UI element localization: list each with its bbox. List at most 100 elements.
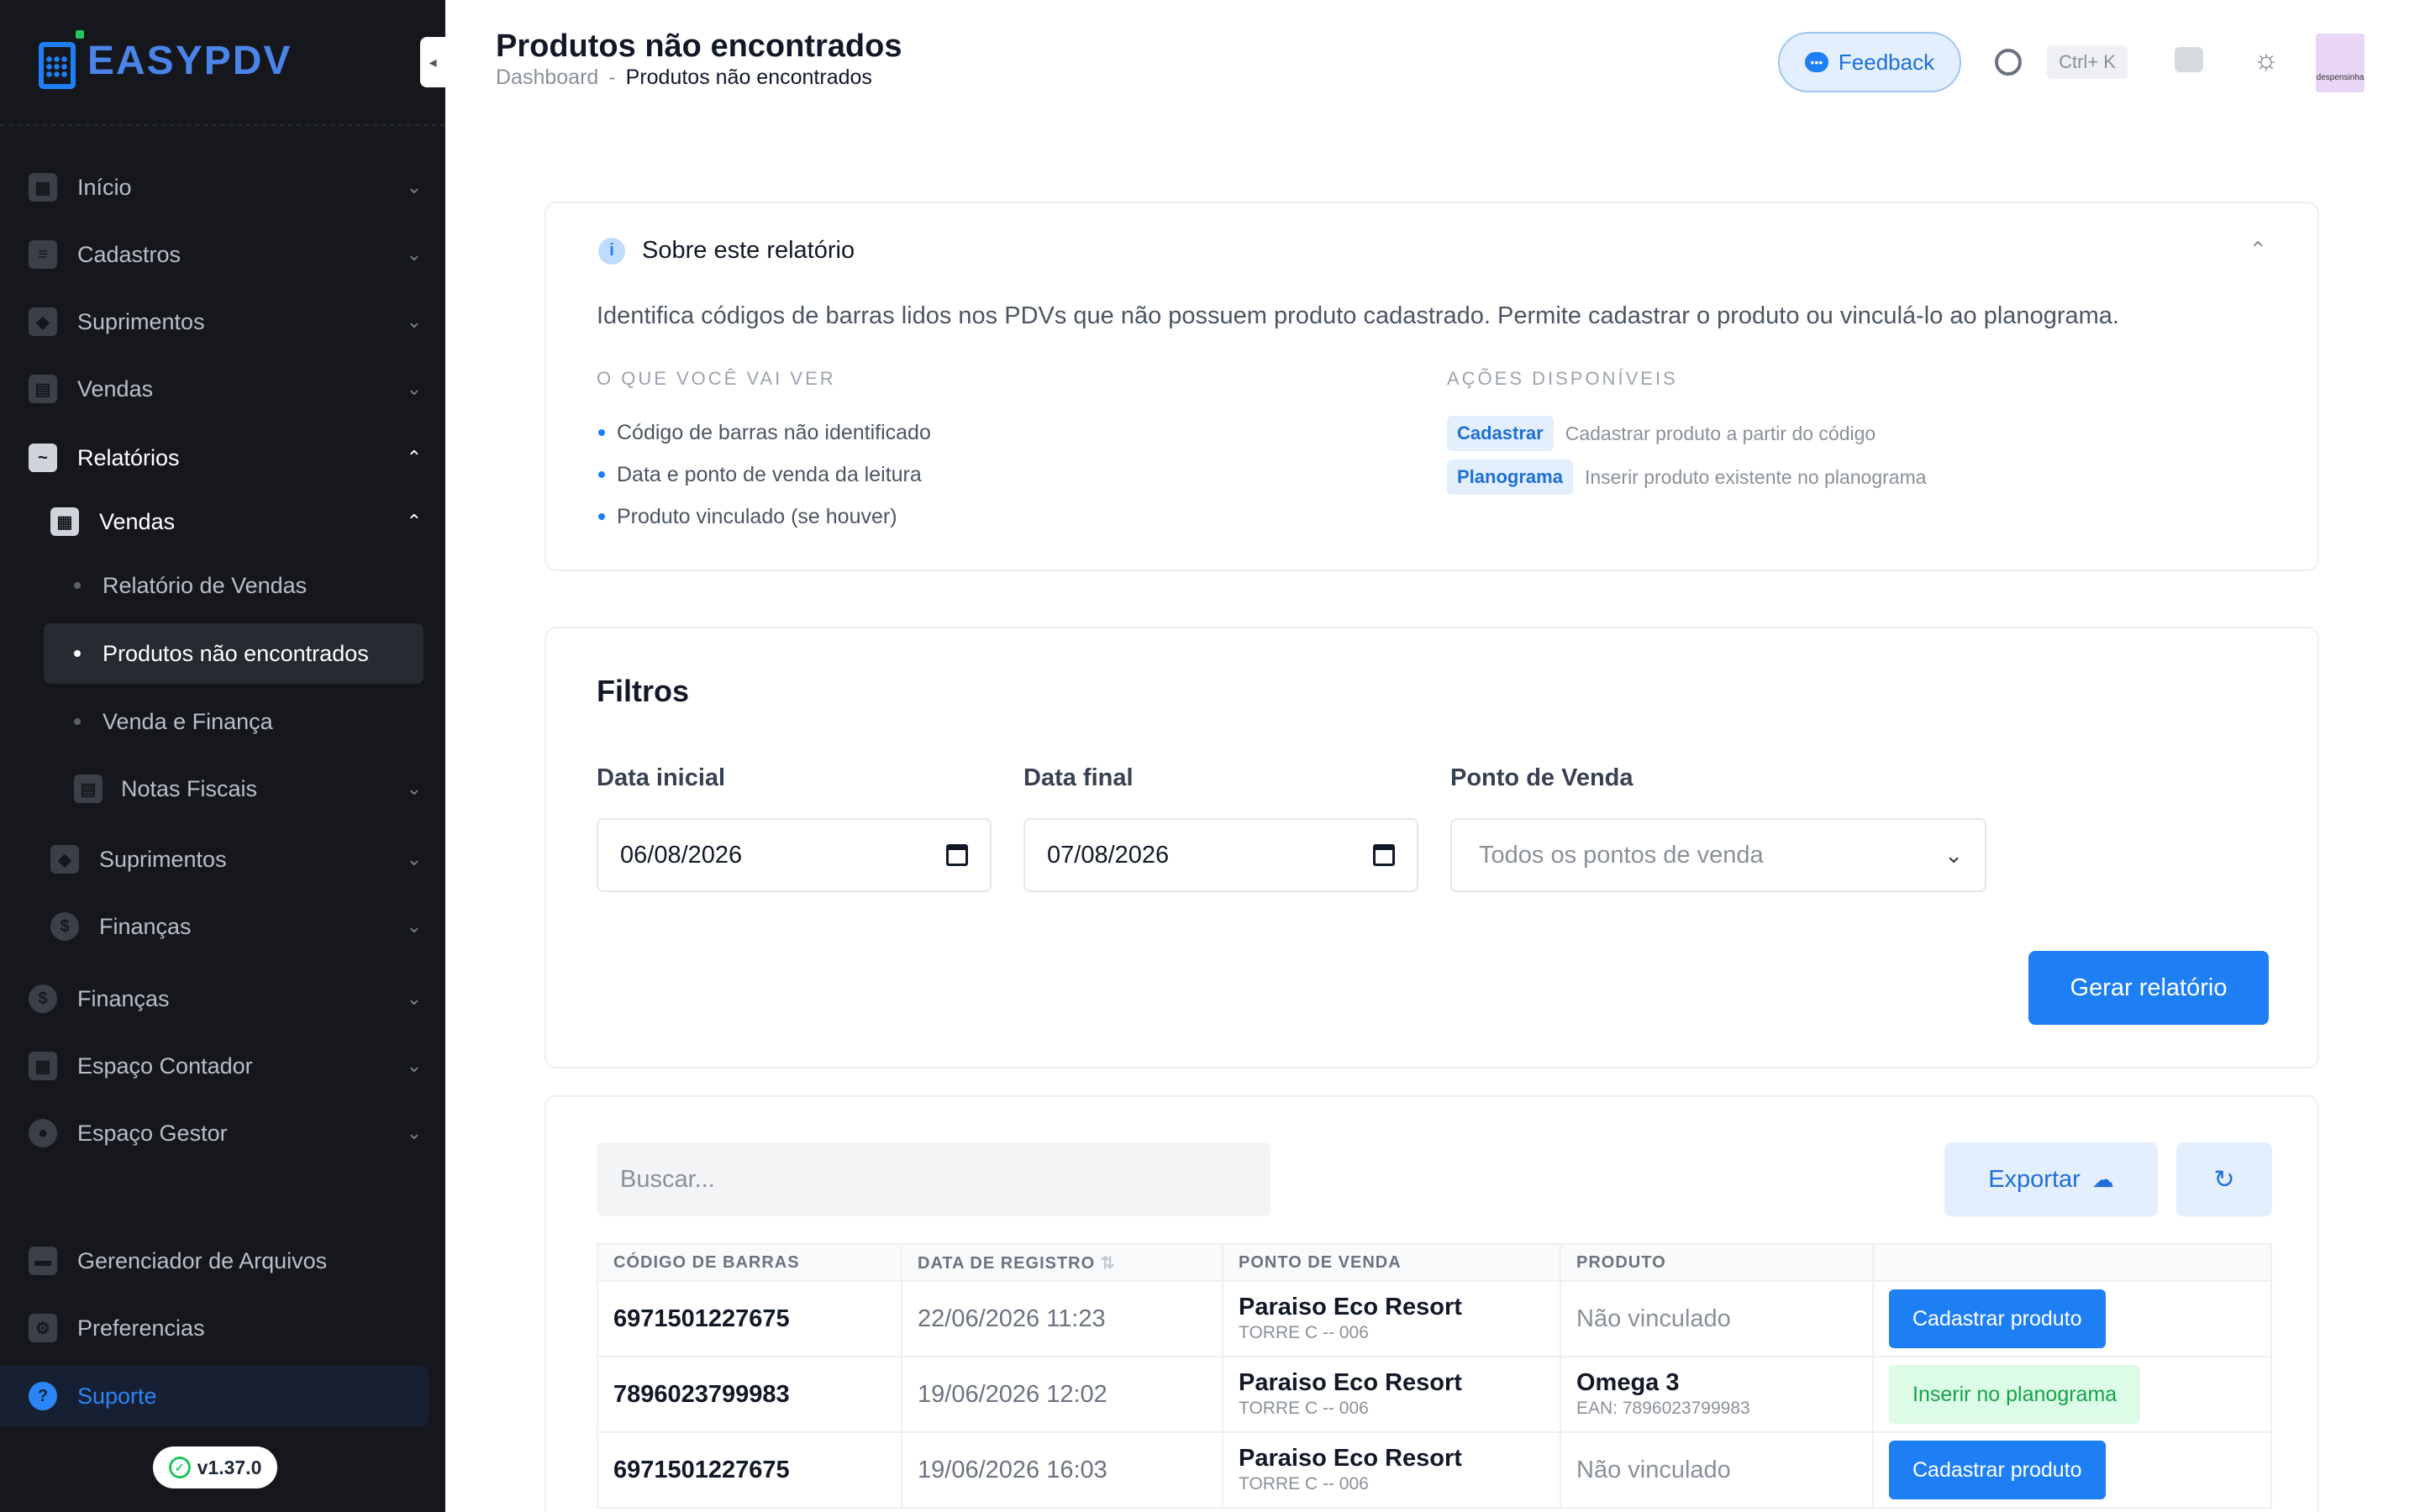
product-cell: Omega 3 EAN: 7896023799983 <box>1560 1356 1874 1433</box>
about-report-header[interactable]: i Sobre este relatório <box>598 237 855 265</box>
column-header-date-label: DATA DE REGISTRO <box>918 1253 1096 1273</box>
logo-text-pdv: PDV <box>203 38 292 83</box>
pos-select-value: Todos os pontos de venda <box>1479 841 1764 869</box>
avatar[interactable]: despensinha <box>2316 34 2365 92</box>
action-row: Planograma Inserir produto existente no … <box>1447 455 1927 499</box>
sidebar-item-label: Relatório de Vendas <box>103 572 308 598</box>
sidebar-item-label: Venda e Finança <box>103 708 273 734</box>
theme-toggle-sun-icon[interactable]: ☼ <box>2252 45 2281 74</box>
cloud-download-icon: ☁ <box>2091 1166 2114 1192</box>
sidebar-leaf-relatorio-de-vendas[interactable]: Relatório de Vendas <box>44 558 424 613</box>
column-header-date[interactable]: DATA DE REGISTRO ⇅ <box>901 1243 1223 1282</box>
sidebar-item-gerenciador-de-arquivos[interactable]: ▬ Gerenciador de Arquivos <box>25 1233 430 1289</box>
sidebar-item-label: Espaço Gestor <box>77 1120 228 1146</box>
action-tag-cadastrar: Cadastrar <box>1447 416 1554 451</box>
breadcrumb-current: Produtos não encontrados <box>625 66 872 89</box>
chevron-down-icon: ⌄ <box>406 1122 422 1143</box>
action-row: Cadastrar Cadastrar produto a partir do … <box>1447 412 1927 455</box>
calculator-icon: ▦ <box>29 1052 57 1080</box>
available-actions-list: Cadastrar Cadastrar produto a partir do … <box>1447 412 1927 499</box>
page-title: Produtos não encontrados <box>496 29 902 64</box>
sidebar-subitem-vendas[interactable]: ▦ Vendas ⌃ <box>47 494 430 549</box>
feedback-label: Feedback <box>1838 49 1935 75</box>
table-row: 7896023799983 19/06/2026 12:02 Paraiso E… <box>597 1356 2272 1433</box>
chevron-down-icon: ⌄ <box>406 176 422 197</box>
sidebar-item-label: Início <box>77 174 132 200</box>
date-cell: 19/06/2026 16:03 <box>901 1431 1223 1509</box>
sidebar-item-cadastros[interactable]: ≡ Cadastros ⌄ <box>25 227 430 282</box>
action-cell: Inserir no planograma <box>1872 1356 2272 1433</box>
dollar-icon: $ <box>29 984 57 1013</box>
column-header-barcode: CÓDIGO DE BARRAS <box>597 1243 902 1282</box>
sliders-icon: ⚙ <box>29 1314 57 1342</box>
sidebar-item-label: Gerenciador de Arquivos <box>77 1247 328 1273</box>
refresh-button[interactable]: ↻ <box>2176 1142 2272 1216</box>
product-ean: EAN: 7896023799983 <box>1576 1399 1750 1418</box>
chat-bubble-icon: ••• <box>1804 52 1828 72</box>
product-name: Omega 3 <box>1576 1369 1680 1396</box>
sidebar-item-espaco-contador[interactable]: ▦ Espaço Contador ⌄ <box>25 1038 430 1094</box>
calendar-icon[interactable] <box>1373 844 1395 866</box>
pos-select[interactable]: Todos os pontos de venda ⌄ <box>1450 818 1986 892</box>
filters-title: Filtros <box>597 674 690 708</box>
sidebar-item-label: Vendas <box>99 508 176 534</box>
pos-cell: Paraiso Eco Resort TORRE C -- 006 <box>1222 1280 1561 1357</box>
sidebar-subitem-notas-fiscais[interactable]: ▤ Notas Fiscais ⌄ <box>71 761 430 816</box>
sidebar-item-preferencias[interactable]: ⚙ Preferencias <box>25 1300 430 1356</box>
sidebar-leaf-produtos-nao-encontrados[interactable]: Produtos não encontrados <box>44 623 424 684</box>
folder-icon: ▬ <box>29 1247 57 1275</box>
sidebar-item-financas[interactable]: $ Finanças ⌄ <box>25 971 430 1026</box>
avatar-text: despensinha <box>2316 73 2365 82</box>
chevron-down-icon: ⌄ <box>406 988 422 1009</box>
chevron-down-icon: ⌄ <box>406 916 422 937</box>
feedback-button[interactable]: ••• Feedback <box>1778 32 1961 92</box>
sidebar-item-vendas[interactable]: ▤ Vendas ⌄ <box>25 361 430 417</box>
version-badge: ✓ v1.37.0 <box>153 1446 277 1488</box>
export-button[interactable]: Exportar ☁ <box>1944 1142 2158 1216</box>
sidebar-item-relatorios[interactable]: ~ Relatórios ⌃ <box>25 430 430 486</box>
sidebar-subitem-financas[interactable]: $ Finanças ⌄ <box>47 899 430 954</box>
column-header-pos: PONTO DE VENDA <box>1222 1243 1561 1282</box>
sidebar-subitem-suprimentos[interactable]: ◆ Suprimentos ⌄ <box>47 832 430 887</box>
chevron-down-icon: ⌄ <box>406 848 422 869</box>
app-logo[interactable]: EASYPDV <box>39 29 292 92</box>
pos-name: Paraiso Eco Resort <box>1239 1445 1462 1472</box>
start-date-label: Data inicial <box>597 764 726 791</box>
chevron-up-icon[interactable]: ⌃ <box>2249 237 2267 263</box>
sidebar-item-suprimentos[interactable]: ◆ Suprimentos ⌄ <box>25 294 430 349</box>
register-product-button[interactable]: Cadastrar produto <box>1889 1289 2106 1348</box>
sidebar-item-inicio[interactable]: ▦ Início ⌄ <box>25 160 430 215</box>
breadcrumb-root[interactable]: Dashboard <box>496 66 598 89</box>
calendar-icon[interactable] <box>946 844 968 866</box>
register-product-button[interactable]: Cadastrar produto <box>1889 1441 2106 1499</box>
sidebar-item-espaco-gestor[interactable]: ● Espaço Gestor ⌄ <box>25 1105 430 1161</box>
about-report-card: i Sobre este relatório ⌃ Identifica códi… <box>544 202 2319 571</box>
generate-report-button[interactable]: Gerar relatório <box>2028 951 2269 1025</box>
product-cell: Não vinculado <box>1560 1431 1874 1509</box>
search-placeholder: Buscar... <box>620 1165 715 1193</box>
pos-name: Paraiso Eco Resort <box>1239 1294 1462 1320</box>
sidebar-item-suporte[interactable]: ? Suporte <box>0 1366 429 1426</box>
id-card-icon: ≡ <box>29 240 57 269</box>
chevron-up-icon: ⌃ <box>406 447 422 468</box>
search-shortcut-badge: Ctrl+ K <box>2047 45 2128 79</box>
search-icon[interactable] <box>1995 49 2022 76</box>
sidebar-collapse-button[interactable]: ◂ <box>420 37 445 87</box>
chevron-up-icon: ⌃ <box>406 511 422 532</box>
search-input[interactable]: Buscar... <box>597 1142 1270 1216</box>
date-cell: 19/06/2026 12:02 <box>901 1356 1223 1433</box>
start-date-input[interactable]: 06/08/2026 <box>597 818 992 892</box>
breadcrumb-separator: - <box>608 66 616 89</box>
box-icon: ◆ <box>50 845 79 874</box>
check-circle-icon: ✓ <box>168 1457 191 1478</box>
chevron-down-icon: ⌄ <box>406 311 422 332</box>
messages-icon[interactable] <box>2175 47 2203 72</box>
end-date-input[interactable]: 07/08/2026 <box>1023 818 1418 892</box>
end-date-value: 07/08/2026 <box>1047 841 1170 869</box>
document-icon: ▤ <box>74 774 103 803</box>
sidebar-item-label: Produtos não encontrados <box>103 640 369 666</box>
table-row: 6971501227675 22/06/2026 11:23 Paraiso E… <box>597 1280 2272 1357</box>
sidebar-leaf-venda-e-financa[interactable]: Venda e Finança <box>44 694 424 749</box>
insert-planogram-button[interactable]: Inserir no planograma <box>1889 1365 2141 1424</box>
sidebar-item-label: Suprimentos <box>99 846 227 872</box>
